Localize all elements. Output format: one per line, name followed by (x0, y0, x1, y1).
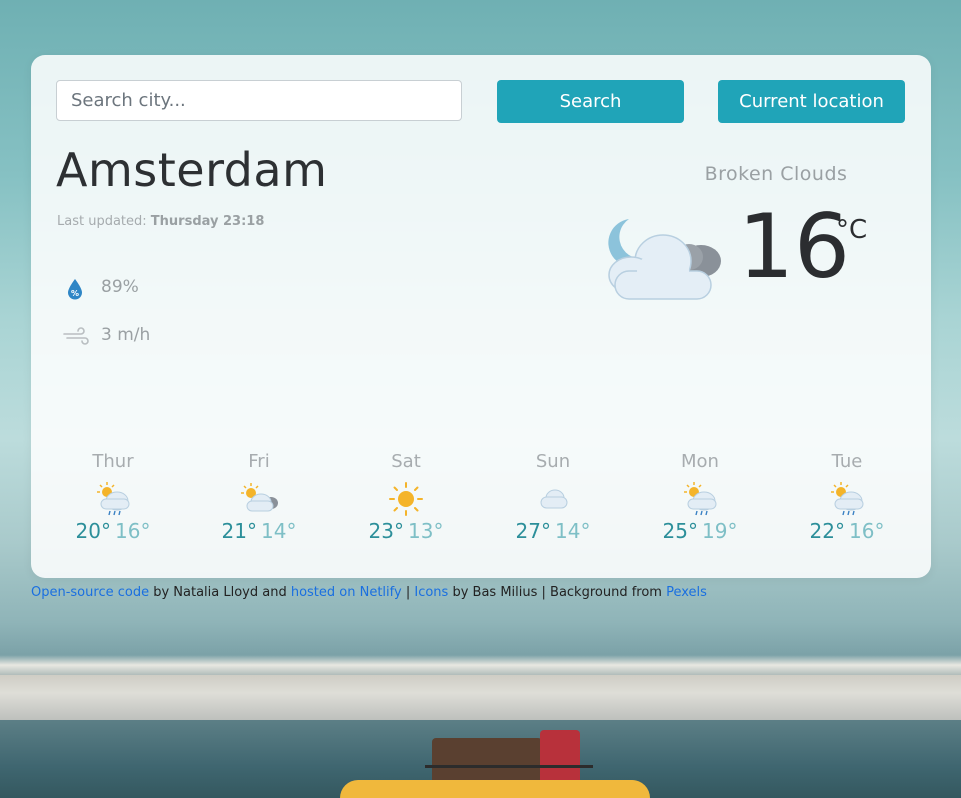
forecast-day: Fri 21° 14° (194, 451, 324, 543)
forecast-day-name: Mon (681, 451, 719, 472)
forecast-temps: 23° 13° (341, 519, 471, 543)
city-name: Amsterdam (56, 143, 328, 197)
forecast-temps: 27° 14° (488, 519, 618, 543)
forecast-max-temp: 27° (515, 519, 551, 543)
temperature-unit: °C (836, 215, 868, 245)
current-location-button[interactable]: Current location (718, 80, 905, 123)
netlify-link[interactable]: hosted on Netlify (291, 585, 402, 600)
forecast-day: Thur 20° 16° (48, 451, 178, 543)
forecast-day-name: Sat (391, 451, 421, 472)
forecast-temps: 22° 16° (782, 519, 912, 543)
sun-icon (389, 482, 423, 516)
pexels-link[interactable]: Pexels (666, 585, 707, 600)
forecast-day-name: Sun (535, 451, 571, 472)
forecast-day: Sun 27° 14° (488, 451, 618, 543)
svg-text:%: % (71, 289, 79, 298)
forecast-day-name: Thur (92, 451, 134, 472)
forecast-min-temp: 14° (261, 519, 297, 543)
sun-cloud-rain-icon (684, 482, 717, 516)
wind-icon (63, 327, 89, 345)
forecast-max-temp: 22° (809, 519, 845, 543)
sun-cloud-rain-icon (831, 482, 864, 516)
forecast-temps: 21° 14° (194, 519, 324, 543)
roof-rack (425, 765, 593, 768)
weather-description: Broken Clouds (704, 163, 848, 185)
icons-link[interactable]: Icons (414, 585, 448, 600)
forecast-temps: 25° 19° (635, 519, 765, 543)
last-updated-label: Last updated: (57, 214, 147, 229)
forecast-max-temp: 23° (368, 519, 404, 543)
humidity-drop-icon: % (68, 279, 82, 300)
surf-wave (0, 675, 961, 720)
sun-cloud-rain-icon (97, 482, 130, 516)
forecast-day-name: Fri (248, 451, 270, 472)
forecast-day: Mon 25° 19° (635, 451, 765, 543)
forecast-day: Tue 22° 16° (782, 451, 912, 543)
forecast-day: Sat 23° 13° (341, 451, 471, 543)
search-input[interactable] (56, 80, 462, 121)
footer-separator: | (401, 585, 415, 600)
surf-foam (0, 655, 961, 675)
footer-author-text: by Natalia Lloyd and (149, 585, 291, 600)
last-updated: Last updated: Thursday 23:18 (57, 214, 264, 229)
search-button[interactable]: Search (497, 80, 684, 123)
yellow-van (340, 780, 650, 798)
partly-cloudy-night-icon (608, 219, 721, 300)
cloud-icon (540, 489, 568, 509)
luggage (432, 738, 542, 786)
forecast-min-temp: 14° (555, 519, 591, 543)
forecast-min-temp: 13° (408, 519, 444, 543)
footer-icons-credit: by Bas Milius | Background from (448, 585, 667, 600)
red-suitcase (540, 730, 580, 785)
weather-card: Search Current location Amsterdam Last u… (31, 55, 931, 578)
current-temperature: 16 (738, 195, 850, 298)
sun-clouds-icon (241, 483, 278, 512)
forecast-max-temp: 20° (75, 519, 111, 543)
forecast-min-temp: 19° (702, 519, 738, 543)
forecast-max-temp: 21° (221, 519, 257, 543)
forecast-min-temp: 16° (849, 519, 885, 543)
forecast-temps: 20° 16° (48, 519, 178, 543)
wind-value: 3 m/h (101, 325, 151, 345)
last-updated-value: Thursday 23:18 (150, 214, 265, 229)
source-code-link[interactable]: Open-source code (31, 585, 149, 600)
forecast-max-temp: 25° (662, 519, 698, 543)
footer: Open-source code by Natalia Lloyd and ho… (31, 585, 707, 600)
forecast-day-name: Tue (831, 451, 863, 472)
forecast-min-temp: 16° (115, 519, 151, 543)
humidity-value: 89% (101, 277, 139, 297)
forecast: Thur 20° 16° Fri 21° 14° Sat 23° 13° Sun… (39, 451, 923, 551)
